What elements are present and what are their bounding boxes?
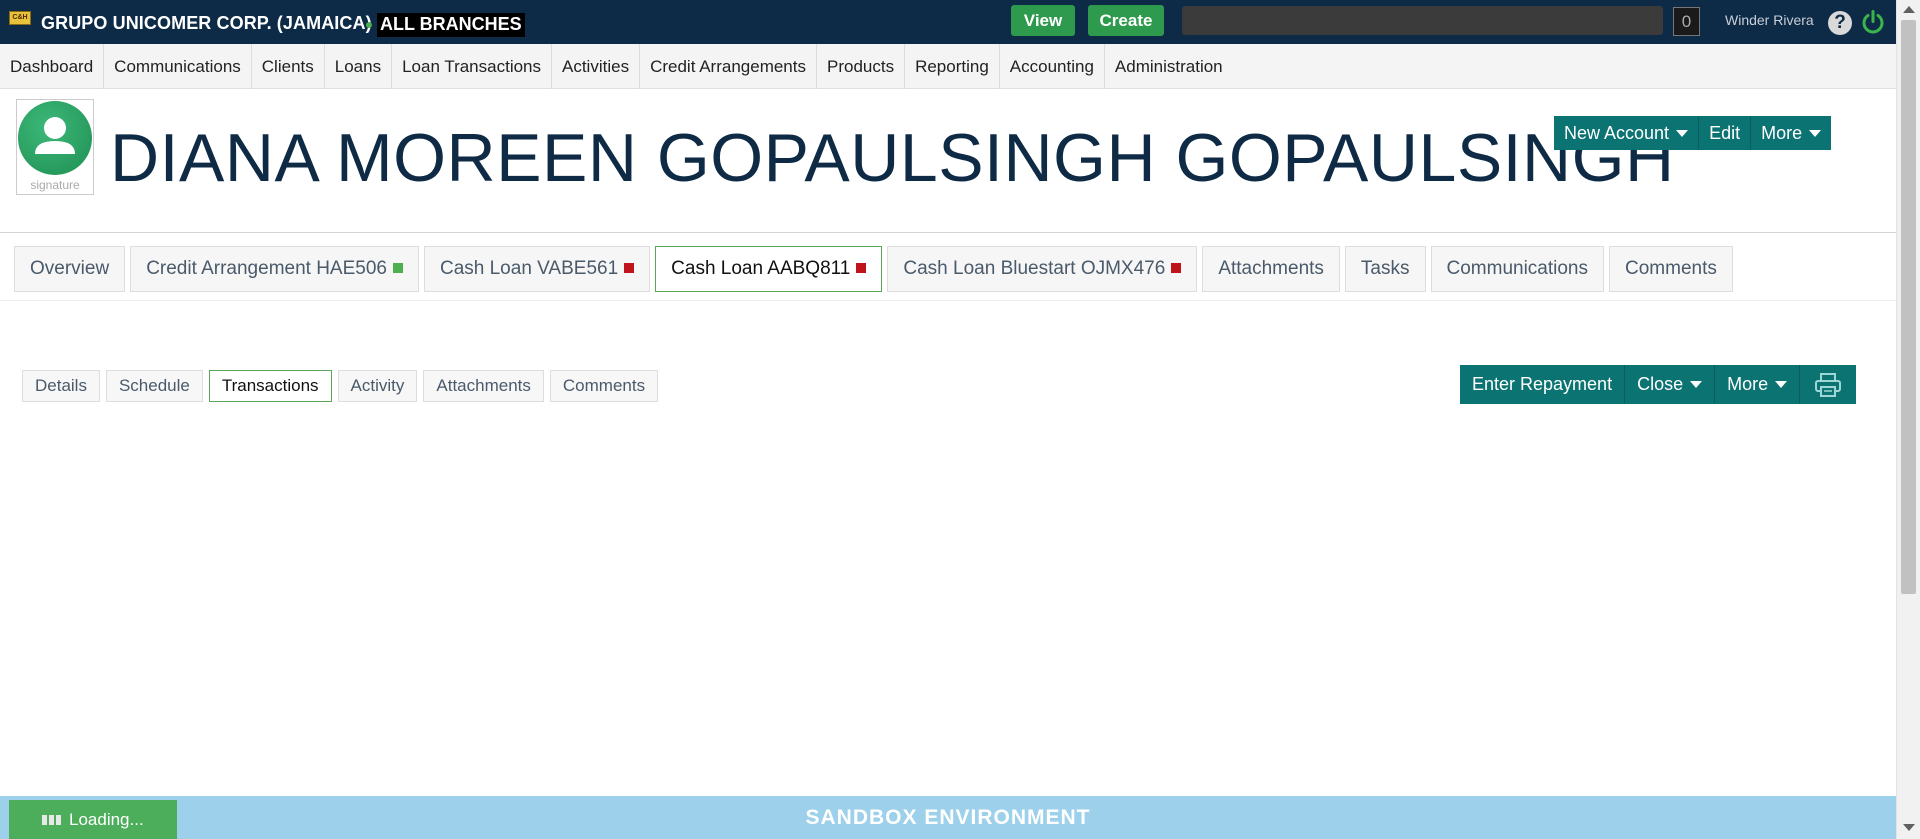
subtab-comments[interactable]: Comments — [549, 370, 659, 402]
client-actions: New Account Edit More — [1554, 116, 1832, 150]
notification-counter[interactable]: 0 — [1673, 7, 1700, 36]
tab-label: Cash Loan VABE561 — [439, 258, 619, 279]
edit-button[interactable]: Edit — [1699, 116, 1752, 150]
company-name: GRUPO UNICOMER CORP. (JAMAICA) — [41, 13, 372, 33]
subtab-schedule[interactable]: Schedule — [105, 370, 203, 402]
loading-icon — [42, 815, 61, 825]
tab-credit-arrangement[interactable]: Credit Arrangement HAE506 — [130, 246, 419, 292]
tab-cash-loan-aabq811[interactable]: Cash Loan AABQ811 — [655, 246, 883, 292]
chevron-down-icon — [1809, 130, 1822, 137]
subtab-details[interactable]: Details — [22, 370, 100, 402]
chevron-down-icon — [1676, 130, 1689, 137]
client-name: DIANA MOREEN GOPAULSINGH GOPAULSINGH — [110, 120, 1675, 196]
status-indicator — [624, 263, 635, 273]
menu-item-communications[interactable]: Communications — [104, 44, 252, 89]
scroll-down-icon[interactable] — [1903, 824, 1915, 831]
tab-label: Communications — [1446, 258, 1589, 279]
subtab-activity[interactable]: Activity — [337, 370, 418, 402]
menu-item-dashboard[interactable]: Dashboard — [0, 44, 105, 89]
branch-status-dot — [366, 22, 372, 28]
tabs-divider — [0, 300, 1896, 301]
status-indicator — [392, 263, 403, 273]
menu-item-administration[interactable]: Administration — [1105, 44, 1233, 89]
tab-communications[interactable]: Communications — [1430, 246, 1604, 292]
tab-label: Tasks — [1360, 258, 1410, 279]
loan-actions: Enter Repayment Close More — [1460, 365, 1857, 404]
more-button[interactable]: More — [1751, 116, 1831, 150]
menu-item-credit-arrangements[interactable]: Credit Arrangements — [640, 44, 817, 89]
account-tabs: Overview Credit Arrangement HAE506 Cash … — [14, 246, 1738, 292]
branch-selector[interactable]: ALL BRANCHES — [377, 13, 525, 37]
tab-overview[interactable]: Overview — [14, 246, 126, 292]
status-indicator — [856, 263, 867, 273]
power-icon[interactable] — [1860, 9, 1886, 35]
printer-icon — [1815, 372, 1842, 397]
chevron-down-icon — [1690, 381, 1703, 388]
environment-banner: SANDBOX ENVIRONMENT Loading... — [0, 796, 1896, 839]
menu-item-products[interactable]: Products — [817, 44, 906, 89]
main-menu: Dashboard Communications Clients Loans L… — [0, 44, 1896, 89]
tab-comments[interactable]: Comments — [1609, 246, 1733, 292]
scroll-up-icon[interactable] — [1903, 6, 1915, 13]
tab-label: Overview — [30, 258, 110, 279]
help-icon[interactable]: ? — [1828, 11, 1852, 35]
tab-tasks[interactable]: Tasks — [1344, 246, 1426, 292]
subtab-transactions[interactable]: Transactions — [208, 370, 332, 402]
close-button[interactable]: Close — [1625, 365, 1716, 404]
top-bar: C&H GRUPO UNICOMER CORP. (JAMAICA) ALL B… — [0, 0, 1896, 44]
menu-item-activities[interactable]: Activities — [552, 44, 641, 89]
view-button[interactable]: View — [1011, 5, 1075, 36]
environment-label: SANDBOX ENVIRONMENT — [805, 806, 1091, 829]
tab-cash-loan-bluestart[interactable]: Cash Loan Bluestart OJMX476 — [887, 246, 1198, 292]
loading-label: Loading... — [69, 810, 144, 829]
scroll-thumb[interactable] — [1901, 20, 1916, 594]
tab-label: Attachments — [1218, 258, 1324, 279]
tab-label: Credit Arrangement HAE506 — [146, 258, 387, 279]
loan-more-button[interactable]: More — [1715, 365, 1801, 404]
tab-cash-loan-vabe561[interactable]: Cash Loan VABE561 — [423, 246, 651, 292]
current-user[interactable]: Winder Rivera — [1725, 12, 1814, 28]
enter-repayment-button[interactable]: Enter Repayment — [1460, 365, 1626, 404]
subtab-attachments[interactable]: Attachments — [423, 370, 544, 402]
page-scrollbar[interactable] — [1896, 0, 1920, 839]
chevron-down-icon — [1775, 381, 1788, 388]
avatar — [18, 101, 92, 175]
user-icon — [35, 117, 75, 154]
new-account-button[interactable]: New Account — [1554, 116, 1700, 150]
close-label: Close — [1637, 374, 1684, 394]
menu-item-loan-transactions[interactable]: Loan Transactions — [392, 44, 552, 89]
create-button[interactable]: Create — [1088, 5, 1164, 36]
company-logo: C&H — [9, 11, 31, 25]
loading-indicator: Loading... — [9, 800, 177, 839]
client-avatar[interactable]: signature — [16, 99, 94, 195]
menu-item-reporting[interactable]: Reporting — [905, 44, 1000, 89]
new-account-label: New Account — [1564, 123, 1670, 143]
status-indicator — [1171, 263, 1182, 273]
header-divider — [0, 232, 1896, 233]
search-input[interactable] — [1182, 6, 1663, 35]
menu-item-accounting[interactable]: Accounting — [1000, 44, 1105, 89]
menu-item-clients[interactable]: Clients — [252, 44, 325, 89]
print-button[interactable] — [1800, 365, 1856, 404]
tab-attachments[interactable]: Attachments — [1202, 246, 1340, 292]
menu-item-loans[interactable]: Loans — [325, 44, 393, 89]
signature-label: signature — [30, 178, 80, 192]
tab-label: Cash Loan AABQ811 — [671, 258, 851, 279]
loan-sub-tabs: Details Schedule Transactions Activity A… — [22, 370, 664, 402]
tab-label: Cash Loan Bluestart OJMX476 — [903, 258, 1166, 279]
more-label: More — [1727, 374, 1769, 394]
more-label: More — [1761, 123, 1803, 143]
tab-label: Comments — [1625, 258, 1717, 279]
